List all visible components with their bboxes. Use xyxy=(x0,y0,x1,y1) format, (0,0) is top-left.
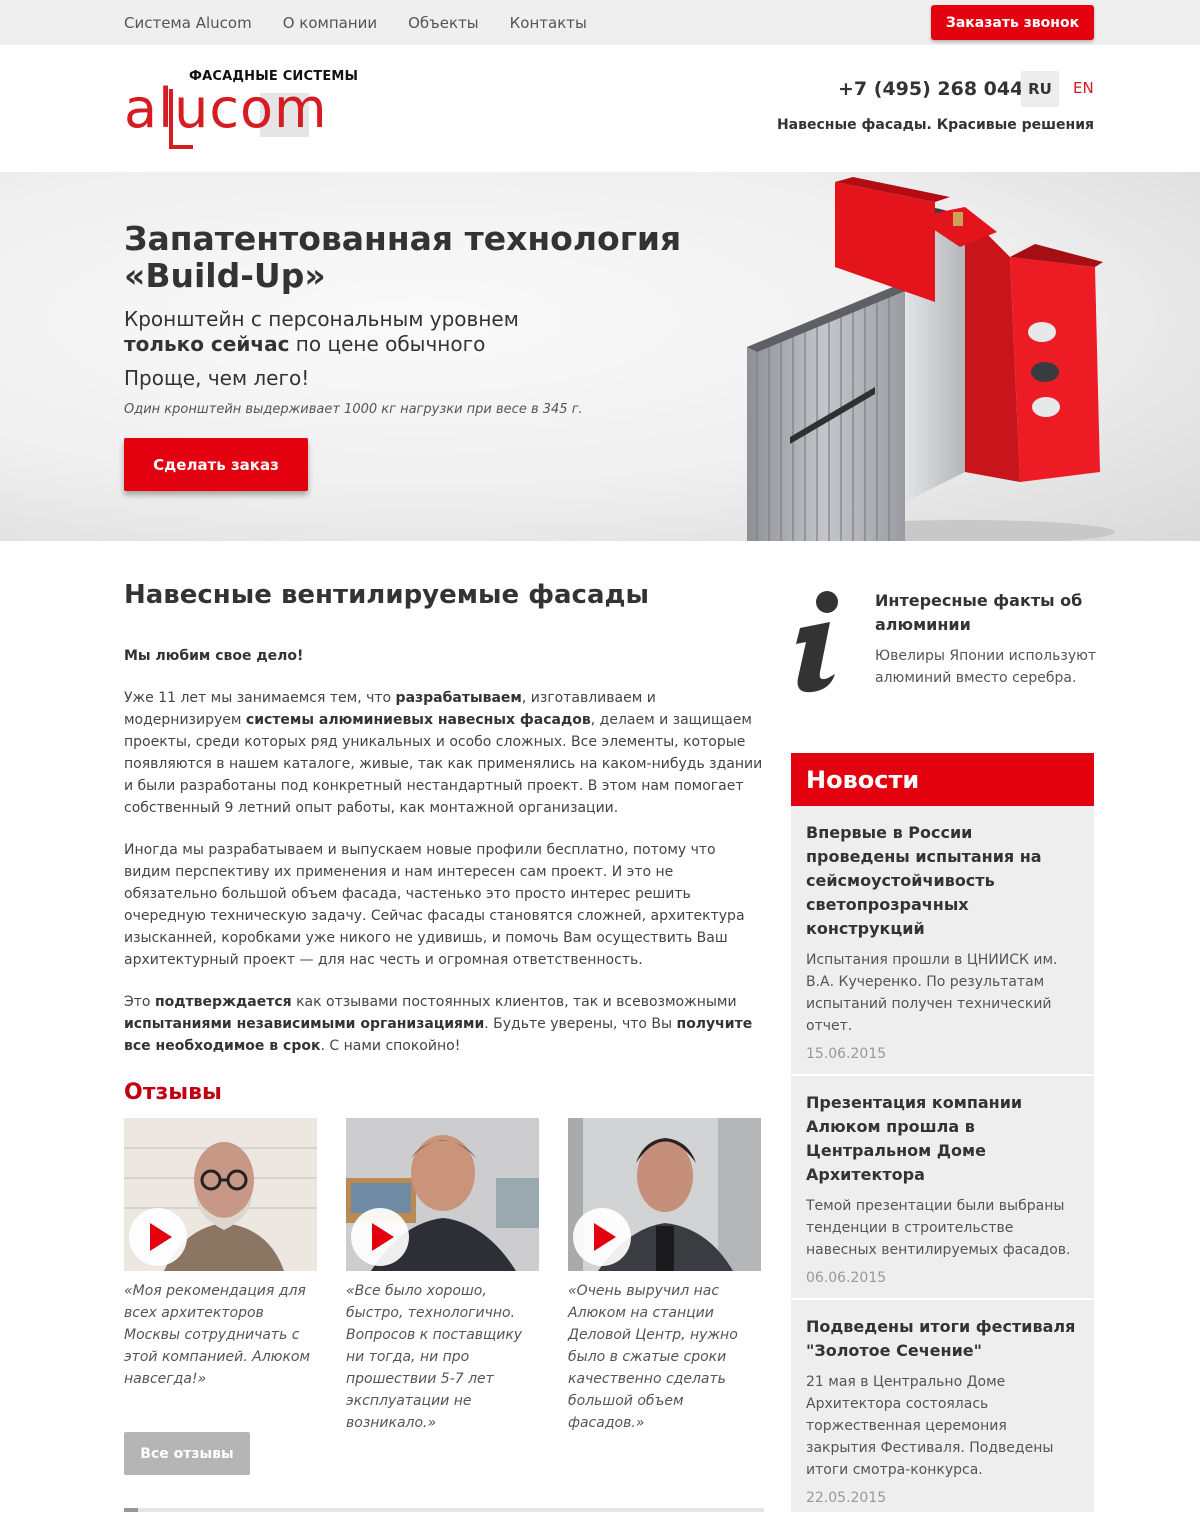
phone-number[interactable]: +7 (495) 268 0444 xyxy=(838,78,1037,100)
facts-title: Интересные факты об алюминии xyxy=(875,591,1083,634)
lang-ru-button[interactable]: RU xyxy=(1021,71,1059,107)
lang-en-link[interactable]: EN xyxy=(1073,79,1094,97)
p3-d: . Будьте уверены, что Вы xyxy=(484,1016,677,1032)
lead-bold: Мы любим свое дело! xyxy=(124,648,304,664)
all-reviews-button[interactable]: Все отзывы xyxy=(124,1432,250,1475)
news-item-title[interactable]: Впервые в России проведены испытания на … xyxy=(806,821,1079,941)
site-header: ФАСАДНЫЕ СИСТЕМЫ alucom +7 (495) 268 044… xyxy=(0,45,1200,172)
p3-b2: испытаниями независимыми организациями xyxy=(124,1016,485,1032)
review-quote: «Очень выручил нас Алюком на станции Дел… xyxy=(568,1283,738,1431)
hero-sub-rest: по цене обычного xyxy=(289,332,486,356)
hero-note: Один кронштейн выдерживает 1000 кг нагру… xyxy=(124,402,583,417)
reviews-title: Отзывы xyxy=(124,1080,222,1105)
news-item-text: Темой презентации были выбраны тенденции… xyxy=(806,1198,1071,1258)
play-icon xyxy=(372,1223,394,1251)
order-call-button[interactable]: Заказать звонок xyxy=(931,5,1094,40)
hero-tagline: Проще, чем лего! xyxy=(124,366,310,390)
play-button[interactable] xyxy=(129,1208,187,1266)
news-title: Новости xyxy=(791,753,1094,806)
review-video-thumb[interactable] xyxy=(124,1118,317,1271)
play-icon xyxy=(594,1223,616,1251)
news-item[interactable]: Подведены итоги фестиваля "Золотое Сечен… xyxy=(791,1300,1094,1518)
news-item[interactable]: Презентация компании Алюком прошла в Цен… xyxy=(791,1076,1094,1300)
hero-title: Запатентованная технология «Build-Up» xyxy=(124,219,682,295)
scroll-indicator xyxy=(124,1508,764,1512)
p3-c: как отзывами постоянных клиентов, так и … xyxy=(291,994,737,1010)
main-title: Навесные вентилируемые фасады xyxy=(124,580,650,610)
news-item[interactable]: Впервые в России проведены испытания на … xyxy=(791,806,1094,1076)
news-item-text: 21 мая в Центрально Доме Архитектора сос… xyxy=(806,1374,1054,1478)
p3-e: . С нами спокойно! xyxy=(320,1038,461,1054)
review-video-thumb[interactable] xyxy=(568,1118,761,1271)
review-card: «Моя рекомендация для всех архитекторов … xyxy=(124,1118,317,1390)
nav-item-objects[interactable]: Объекты xyxy=(408,14,479,32)
news-item-date: 15.06.2015 xyxy=(806,1046,887,1062)
nav-item-contacts[interactable]: Контакты xyxy=(510,14,587,32)
facts-text: Ювелиры Японии используют алюминий вмест… xyxy=(875,648,1097,686)
p1-a: Уже 11 лет мы занимаемся тем, что xyxy=(124,690,396,706)
review-card: «Все было хорошо, быстро, технологично. … xyxy=(346,1118,539,1434)
lead-text: Мы любим свое дело! xyxy=(124,645,764,667)
make-order-button[interactable]: Сделать заказ xyxy=(124,438,308,491)
hero-sub-line1: Кронштейн с персональным уровнем xyxy=(124,307,519,331)
review-card: «Очень выручил нас Алюком на станции Дел… xyxy=(568,1118,761,1434)
news-item-title[interactable]: Подведены итоги фестиваля "Золотое Сечен… xyxy=(806,1315,1079,1363)
p1-b1: разрабатываем xyxy=(395,690,522,706)
news-item-date: 22.05.2015 xyxy=(806,1490,887,1506)
nav-item-about[interactable]: О компании xyxy=(283,14,377,32)
news-item-date: 06.06.2015 xyxy=(806,1270,887,1286)
logo-wordmark: alucom xyxy=(124,77,328,140)
top-bar: Система Alucom О компании Объекты Контак… xyxy=(0,0,1200,45)
info-icon xyxy=(796,591,838,693)
review-quote: «Все было хорошо, быстро, технологично. … xyxy=(346,1283,523,1431)
paragraph-1: Уже 11 лет мы занимаемся тем, что разраб… xyxy=(124,687,764,819)
play-button[interactable] xyxy=(573,1208,631,1266)
review-video-thumb[interactable] xyxy=(346,1118,539,1271)
header-slogan: Навесные фасады. Красивые решения xyxy=(776,117,1094,133)
paragraph-2: Иногда мы разрабатываем и выпускаем новы… xyxy=(124,842,745,968)
nav-item-system[interactable]: Система Alucom xyxy=(124,14,252,32)
paragraph-3: Это подтверждается как отзывами постоянн… xyxy=(124,991,764,1057)
news-item-title[interactable]: Презентация компании Алюком прошла в Цен… xyxy=(806,1091,1079,1187)
news-panel: Новости Впервые в России проведены испыт… xyxy=(791,753,1094,1512)
top-nav: Система Alucom О компании Объекты Контак… xyxy=(124,0,618,45)
logo-red-foot xyxy=(169,145,193,149)
p1-b2: системы алюминиевых навесных фасадов xyxy=(245,712,591,728)
p3-b1: подтверждается xyxy=(154,994,292,1010)
hero-sub-bold: только сейчас xyxy=(124,332,290,356)
news-item-text: Испытания прошли в ЦНИИСК им. В.А. Кучер… xyxy=(806,952,1058,1034)
play-icon xyxy=(150,1223,172,1251)
alucom-logo[interactable]: ФАСАДНЫЕ СИСТЕМЫ alucom xyxy=(124,69,369,159)
p3-a: Это xyxy=(124,994,155,1010)
bracket-product-image xyxy=(747,177,1115,541)
review-quote: «Моя рекомендация для всех архитекторов … xyxy=(124,1283,311,1387)
hero-subtitle: Кронштейн с персональным уровнем только … xyxy=(124,307,684,357)
play-button[interactable] xyxy=(351,1208,409,1266)
hero-banner: Запатентованная технология «Build-Up» Кр… xyxy=(0,172,1200,541)
